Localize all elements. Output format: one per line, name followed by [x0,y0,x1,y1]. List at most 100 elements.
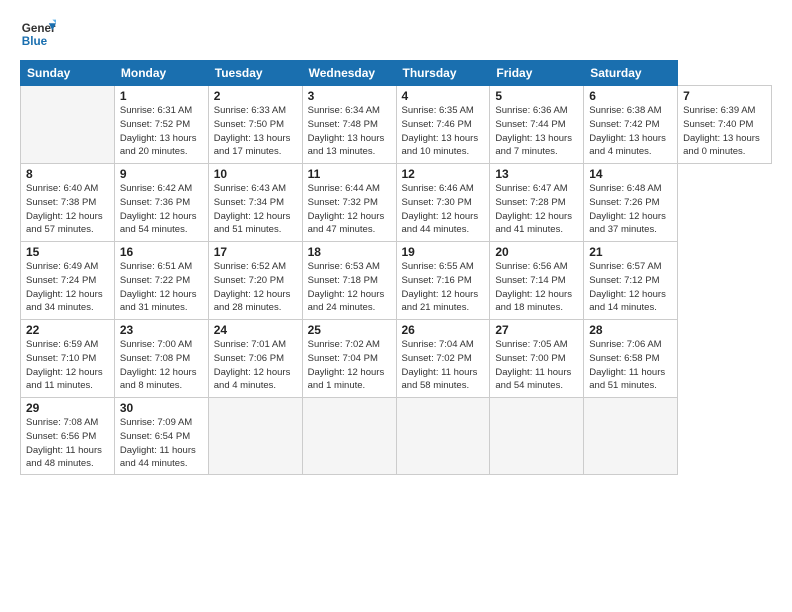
day-number: 29 [26,401,109,415]
logo: General Blue [20,16,56,52]
day-info: Sunrise: 6:53 AMSunset: 7:18 PMDaylight:… [308,260,391,315]
svg-text:Blue: Blue [22,35,48,48]
day-number: 4 [402,89,485,103]
day-info: Sunrise: 6:55 AMSunset: 7:16 PMDaylight:… [402,260,485,315]
weekday-header-friday: Friday [490,61,584,86]
calendar-day-cell: 17Sunrise: 6:52 AMSunset: 7:20 PMDayligh… [208,242,302,320]
calendar-week-row: 29Sunrise: 7:08 AMSunset: 6:56 PMDayligh… [21,398,772,475]
calendar-day-cell: 3Sunrise: 6:34 AMSunset: 7:48 PMDaylight… [302,86,396,164]
day-number: 20 [495,245,578,259]
page: General Blue SundayMondayTuesdayWednesda… [0,0,792,612]
day-number: 6 [589,89,672,103]
calendar-day-cell: 25Sunrise: 7:02 AMSunset: 7:04 PMDayligh… [302,320,396,398]
day-number: 16 [120,245,203,259]
calendar-day-cell: 4Sunrise: 6:35 AMSunset: 7:46 PMDaylight… [396,86,490,164]
day-info: Sunrise: 6:38 AMSunset: 7:42 PMDaylight:… [589,104,672,159]
day-info: Sunrise: 7:04 AMSunset: 7:02 PMDaylight:… [402,338,485,393]
calendar-day-cell: 1Sunrise: 6:31 AMSunset: 7:52 PMDaylight… [114,86,208,164]
calendar-day-cell: 2Sunrise: 6:33 AMSunset: 7:50 PMDaylight… [208,86,302,164]
calendar-day-cell: 21Sunrise: 6:57 AMSunset: 7:12 PMDayligh… [584,242,678,320]
day-number: 22 [26,323,109,337]
day-number: 18 [308,245,391,259]
day-info: Sunrise: 6:34 AMSunset: 7:48 PMDaylight:… [308,104,391,159]
calendar-day-cell: 29Sunrise: 7:08 AMSunset: 6:56 PMDayligh… [21,398,115,475]
calendar-day-cell: 19Sunrise: 6:55 AMSunset: 7:16 PMDayligh… [396,242,490,320]
calendar-day-cell: 10Sunrise: 6:43 AMSunset: 7:34 PMDayligh… [208,164,302,242]
calendar-day-cell: 12Sunrise: 6:46 AMSunset: 7:30 PMDayligh… [396,164,490,242]
calendar-week-row: 8Sunrise: 6:40 AMSunset: 7:38 PMDaylight… [21,164,772,242]
day-info: Sunrise: 6:35 AMSunset: 7:46 PMDaylight:… [402,104,485,159]
calendar-day-cell: 18Sunrise: 6:53 AMSunset: 7:18 PMDayligh… [302,242,396,320]
day-number: 25 [308,323,391,337]
day-number: 23 [120,323,203,337]
day-info: Sunrise: 7:06 AMSunset: 6:58 PMDaylight:… [589,338,672,393]
day-info: Sunrise: 6:52 AMSunset: 7:20 PMDaylight:… [214,260,297,315]
empty-cell [21,86,115,164]
calendar-day-cell: 8Sunrise: 6:40 AMSunset: 7:38 PMDaylight… [21,164,115,242]
day-info: Sunrise: 6:59 AMSunset: 7:10 PMDaylight:… [26,338,109,393]
calendar-day-cell: 13Sunrise: 6:47 AMSunset: 7:28 PMDayligh… [490,164,584,242]
weekday-header-wednesday: Wednesday [302,61,396,86]
day-info: Sunrise: 6:49 AMSunset: 7:24 PMDaylight:… [26,260,109,315]
day-number: 7 [683,89,766,103]
calendar-day-cell [396,398,490,475]
day-number: 2 [214,89,297,103]
day-info: Sunrise: 6:57 AMSunset: 7:12 PMDaylight:… [589,260,672,315]
day-info: Sunrise: 6:46 AMSunset: 7:30 PMDaylight:… [402,182,485,237]
day-info: Sunrise: 7:02 AMSunset: 7:04 PMDaylight:… [308,338,391,393]
day-info: Sunrise: 6:39 AMSunset: 7:40 PMDaylight:… [683,104,766,159]
day-info: Sunrise: 6:43 AMSunset: 7:34 PMDaylight:… [214,182,297,237]
day-number: 11 [308,167,391,181]
day-info: Sunrise: 7:01 AMSunset: 7:06 PMDaylight:… [214,338,297,393]
weekday-header-sunday: Sunday [21,61,115,86]
day-number: 1 [120,89,203,103]
weekday-header-row: SundayMondayTuesdayWednesdayThursdayFrid… [21,61,772,86]
day-number: 30 [120,401,203,415]
day-number: 3 [308,89,391,103]
weekday-header-tuesday: Tuesday [208,61,302,86]
calendar-day-cell: 20Sunrise: 6:56 AMSunset: 7:14 PMDayligh… [490,242,584,320]
day-info: Sunrise: 6:44 AMSunset: 7:32 PMDaylight:… [308,182,391,237]
calendar-table: SundayMondayTuesdayWednesdayThursdayFrid… [20,60,772,475]
day-number: 10 [214,167,297,181]
day-info: Sunrise: 7:00 AMSunset: 7:08 PMDaylight:… [120,338,203,393]
day-info: Sunrise: 6:36 AMSunset: 7:44 PMDaylight:… [495,104,578,159]
day-number: 21 [589,245,672,259]
calendar-day-cell: 26Sunrise: 7:04 AMSunset: 7:02 PMDayligh… [396,320,490,398]
calendar-week-row: 15Sunrise: 6:49 AMSunset: 7:24 PMDayligh… [21,242,772,320]
day-info: Sunrise: 6:48 AMSunset: 7:26 PMDaylight:… [589,182,672,237]
day-info: Sunrise: 6:47 AMSunset: 7:28 PMDaylight:… [495,182,578,237]
calendar-day-cell [302,398,396,475]
day-info: Sunrise: 6:51 AMSunset: 7:22 PMDaylight:… [120,260,203,315]
calendar-day-cell [208,398,302,475]
day-number: 24 [214,323,297,337]
calendar-day-cell: 23Sunrise: 7:00 AMSunset: 7:08 PMDayligh… [114,320,208,398]
weekday-header-monday: Monday [114,61,208,86]
day-number: 5 [495,89,578,103]
day-info: Sunrise: 6:42 AMSunset: 7:36 PMDaylight:… [120,182,203,237]
calendar-day-cell: 11Sunrise: 6:44 AMSunset: 7:32 PMDayligh… [302,164,396,242]
calendar-day-cell: 6Sunrise: 6:38 AMSunset: 7:42 PMDaylight… [584,86,678,164]
day-number: 8 [26,167,109,181]
calendar-week-row: 22Sunrise: 6:59 AMSunset: 7:10 PMDayligh… [21,320,772,398]
calendar-day-cell [584,398,678,475]
day-number: 19 [402,245,485,259]
calendar-day-cell: 24Sunrise: 7:01 AMSunset: 7:06 PMDayligh… [208,320,302,398]
day-number: 17 [214,245,297,259]
calendar-day-cell: 28Sunrise: 7:06 AMSunset: 6:58 PMDayligh… [584,320,678,398]
calendar-day-cell: 22Sunrise: 6:59 AMSunset: 7:10 PMDayligh… [21,320,115,398]
calendar-day-cell [490,398,584,475]
calendar-day-cell: 27Sunrise: 7:05 AMSunset: 7:00 PMDayligh… [490,320,584,398]
day-info: Sunrise: 6:33 AMSunset: 7:50 PMDaylight:… [214,104,297,159]
day-info: Sunrise: 6:56 AMSunset: 7:14 PMDaylight:… [495,260,578,315]
day-number: 26 [402,323,485,337]
calendar-day-cell: 15Sunrise: 6:49 AMSunset: 7:24 PMDayligh… [21,242,115,320]
calendar-day-cell: 7Sunrise: 6:39 AMSunset: 7:40 PMDaylight… [678,86,772,164]
day-number: 28 [589,323,672,337]
day-number: 9 [120,167,203,181]
calendar-day-cell: 14Sunrise: 6:48 AMSunset: 7:26 PMDayligh… [584,164,678,242]
day-info: Sunrise: 7:09 AMSunset: 6:54 PMDaylight:… [120,416,203,471]
day-number: 12 [402,167,485,181]
calendar-day-cell: 9Sunrise: 6:42 AMSunset: 7:36 PMDaylight… [114,164,208,242]
day-number: 13 [495,167,578,181]
